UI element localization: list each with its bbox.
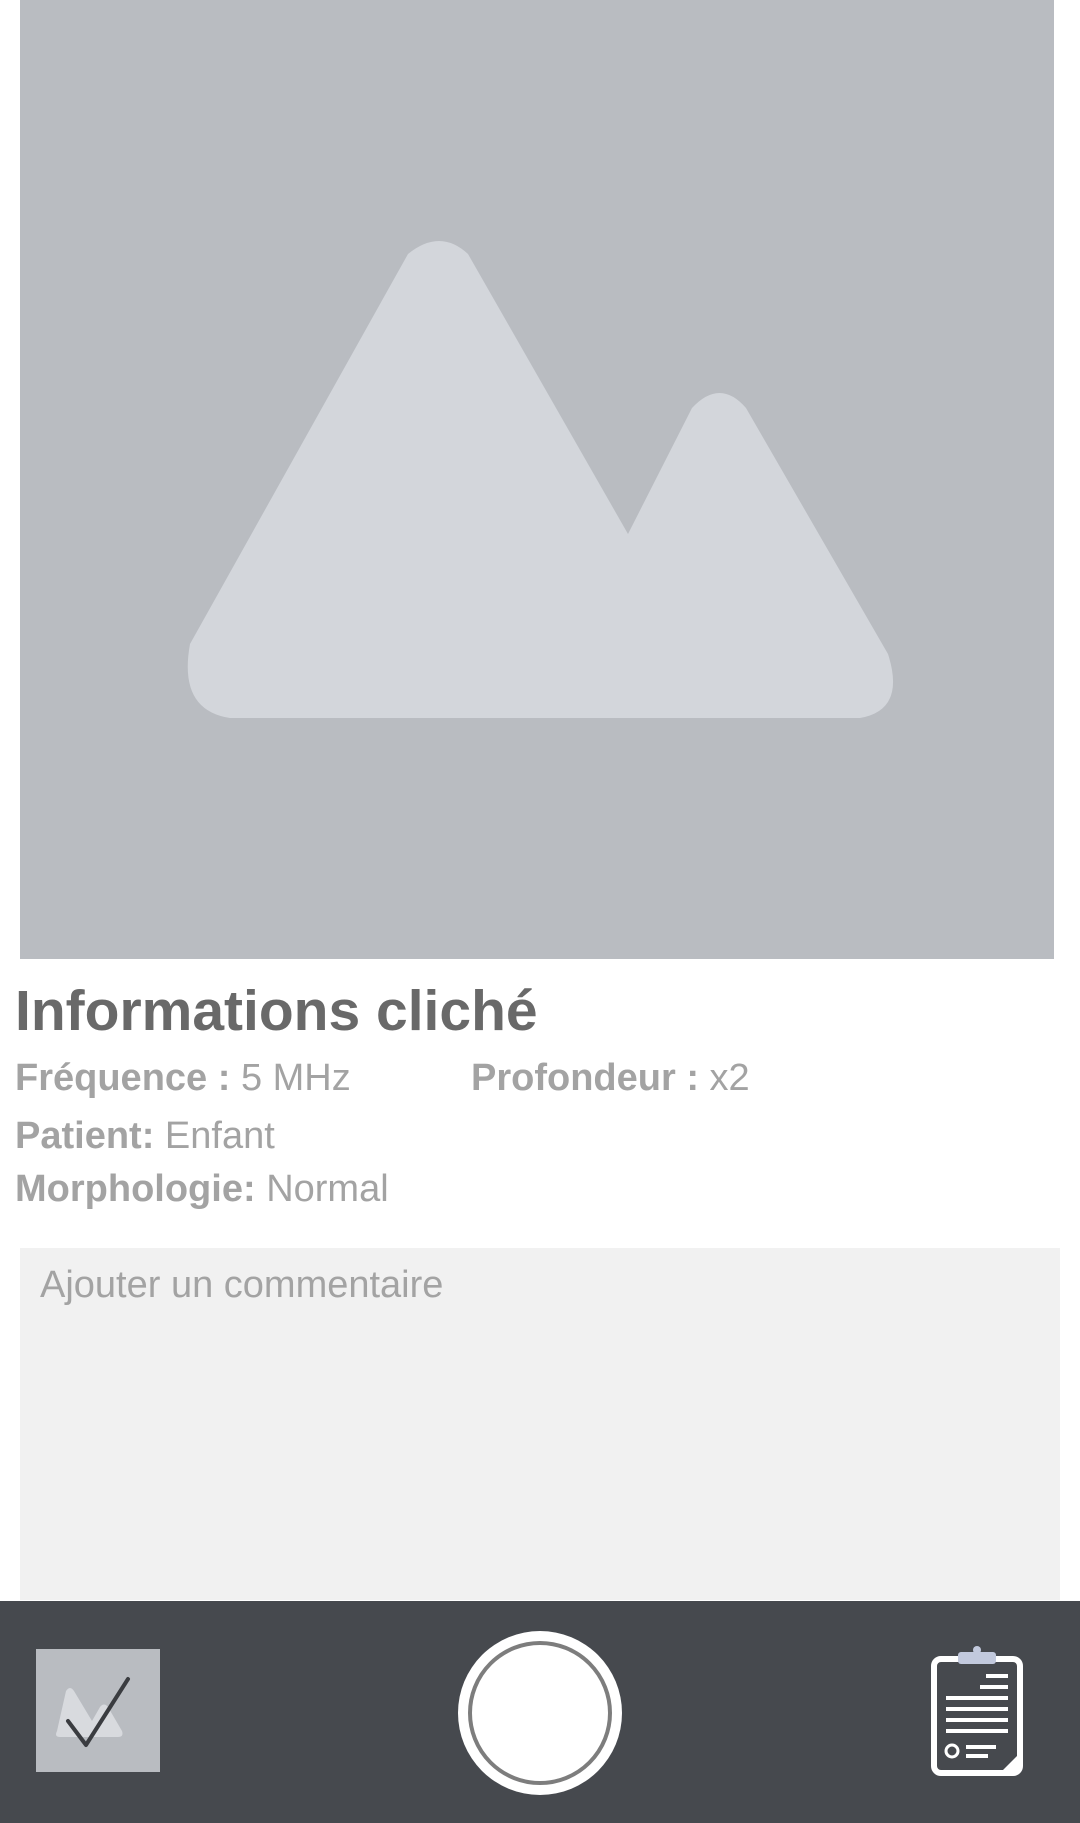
frequency-label: Fréquence : — [15, 1057, 231, 1099]
depth-label: Profondeur : — [471, 1057, 699, 1099]
frequency-value: 5 MHz — [240, 1057, 351, 1099]
report-button[interactable] — [928, 1645, 1028, 1779]
morphology-label: Morphologie: — [15, 1168, 256, 1210]
bottom-toolbar — [0, 1601, 1080, 1823]
patient-value: Enfant — [164, 1115, 275, 1157]
image-preview — [20, 0, 1054, 959]
patient-label: Patient: — [15, 1115, 155, 1157]
image-placeholder-icon — [187, 241, 894, 718]
shutter-ring-icon — [468, 1641, 612, 1785]
morphology-row: Morphologie: Normal — [15, 1167, 389, 1211]
patient-row: Patient: Enfant — [15, 1114, 275, 1158]
morphology-value: Normal — [266, 1168, 389, 1210]
depth-row: Profondeur : x2 — [471, 1056, 750, 1100]
capture-button[interactable] — [458, 1631, 622, 1795]
info-title: Informations cliché — [15, 979, 538, 1043]
clipboard-report-icon — [931, 1646, 1023, 1776]
comment-input[interactable] — [20, 1248, 1060, 1600]
image-check-icon — [56, 1677, 130, 1747]
frequency-row: Fréquence : 5 MHz — [15, 1056, 351, 1100]
depth-value: x2 — [709, 1057, 750, 1099]
thumbnail-button[interactable] — [36, 1649, 160, 1772]
